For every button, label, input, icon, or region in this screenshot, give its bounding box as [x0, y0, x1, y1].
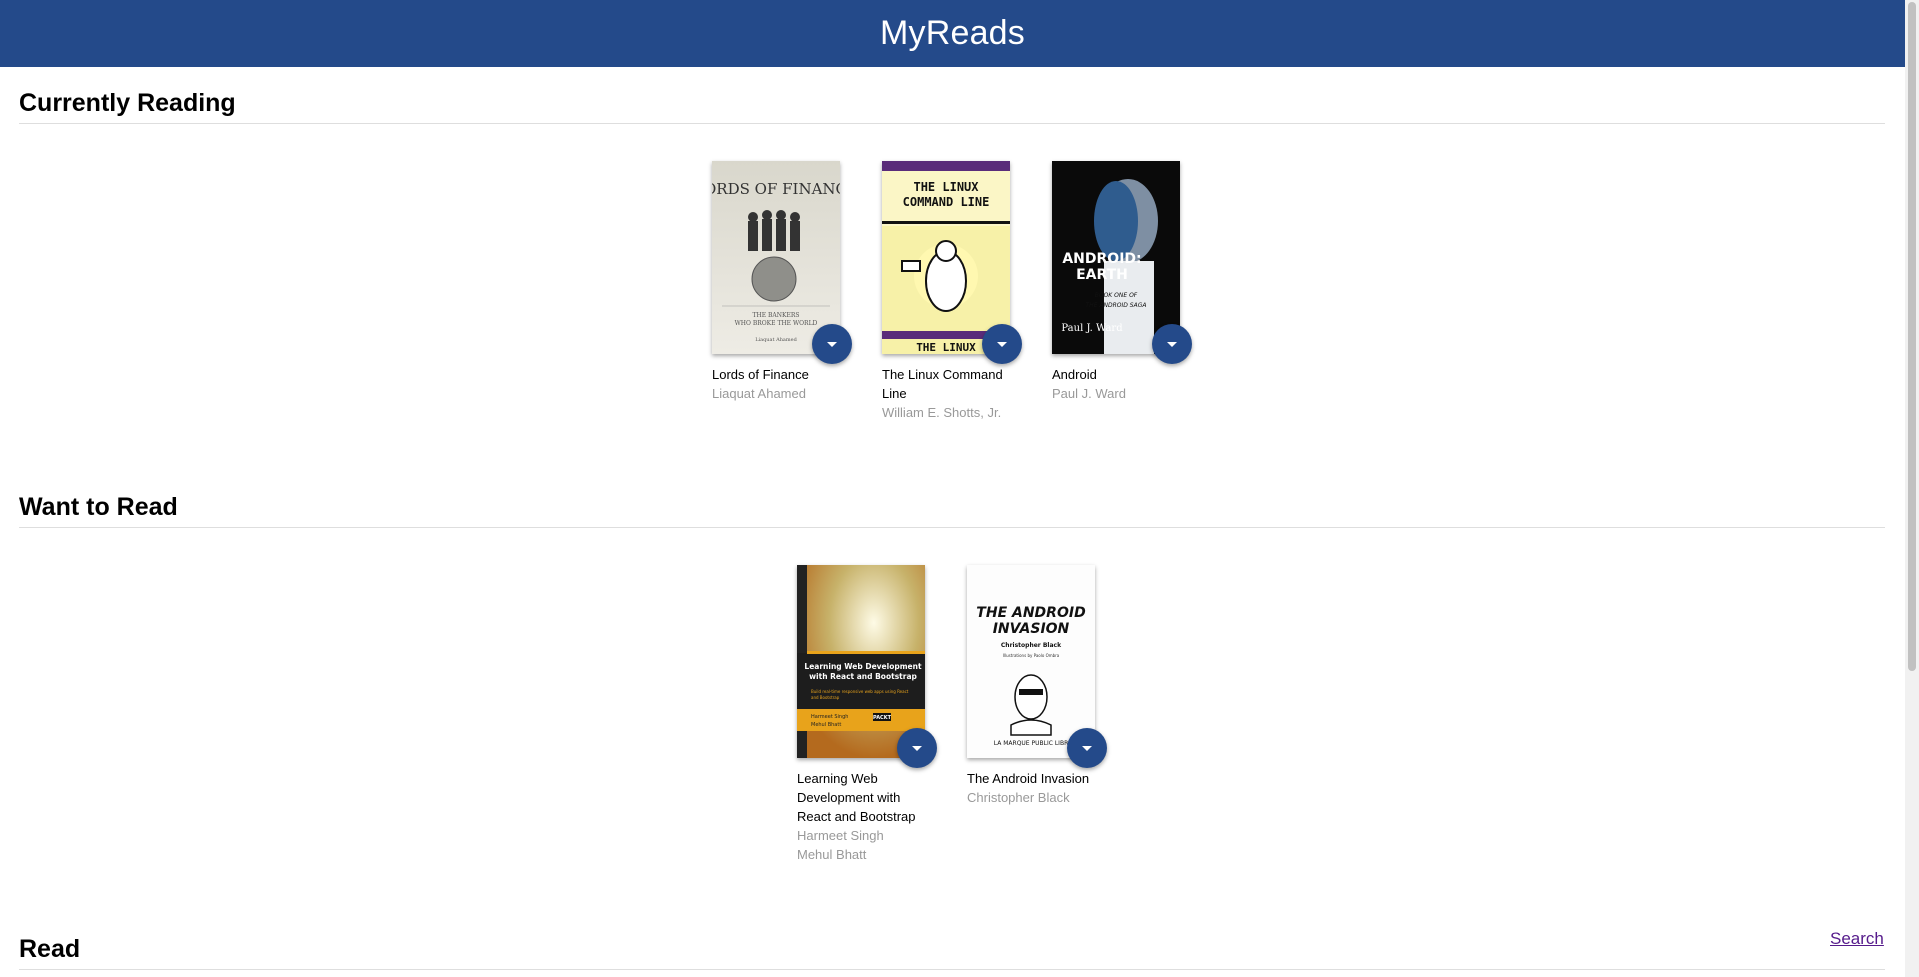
svg-text:THE LINUX: THE LINUX	[913, 180, 979, 194]
svg-text:Mehul Bhatt: Mehul Bhatt	[811, 722, 841, 728]
shelf-changer-button[interactable]	[1152, 324, 1192, 364]
svg-text:COMMAND LINE: COMMAND LINE	[903, 195, 990, 209]
svg-text:EARTH: EARTH	[1076, 267, 1128, 283]
book-cover[interactable]: THE ANDROID INVASION Christopher Black I…	[967, 565, 1107, 768]
shelf-changer-button[interactable]	[897, 728, 937, 768]
cover-image-lords-of-finance: LORDS OF FINANCE THE BANKERS WHO BROKE T…	[712, 161, 840, 354]
svg-text:and Bootstrap: and Bootstrap	[811, 695, 840, 700]
svg-text:Paul J. Ward: Paul J. Ward	[1061, 323, 1123, 334]
book-author: Christopher Black	[967, 790, 1070, 805]
cover-image-android: ANDROID: EARTH BOOK ONE OF THE ANDROID S…	[1052, 161, 1180, 354]
svg-text:ANDROID:: ANDROID:	[1062, 251, 1141, 267]
svg-text:LORDS OF FINANCE: LORDS OF FINANCE	[712, 180, 840, 198]
book-card: Learning Web Development with React and …	[797, 565, 937, 864]
shelf-title: Currently Reading	[19, 87, 1885, 124]
book-title: Learning Web Development with React and …	[797, 771, 916, 824]
book-title: The Android Invasion	[967, 771, 1090, 786]
book-title: Android	[1052, 367, 1097, 382]
shelf-title: Read	[19, 933, 1885, 970]
books-grid-want-to-read: Learning Web Development with React and …	[797, 565, 1107, 864]
scrollbar-thumb[interactable]	[1908, 2, 1916, 671]
vertical-scrollbar[interactable]	[1905, 0, 1919, 977]
svg-text:Build real-time responsive web: Build real-time responsive web apps usin…	[811, 689, 909, 694]
app-header: MyReads	[0, 0, 1905, 67]
svg-text:Harmeet Singh: Harmeet Singh	[811, 714, 848, 720]
book-author: Mehul Bhatt	[797, 847, 867, 862]
book-cover[interactable]: Learning Web Development with React and …	[797, 565, 937, 768]
shelf-currently-reading: Currently Reading	[19, 87, 1885, 124]
caret-down-icon	[912, 745, 922, 751]
search-link[interactable]: Search	[1830, 929, 1884, 949]
cover-image-linux-command-line: THE LINUX COMMAND LINE THE LINUX	[882, 161, 1010, 354]
shelf-title: Want to Read	[19, 491, 1885, 528]
svg-text:with React and Bootstrap: with React and Bootstrap	[809, 672, 917, 681]
caret-down-icon	[1082, 745, 1092, 751]
book-title: The Linux Command Line	[882, 367, 1003, 401]
caret-down-icon	[997, 341, 1007, 347]
svg-text:INVASION: INVASION	[993, 621, 1070, 637]
svg-text:THE ANDROID: THE ANDROID	[976, 605, 1085, 621]
svg-text:THE LINUX: THE LINUX	[916, 341, 976, 354]
book-author: Harmeet Singh	[797, 828, 884, 843]
app-viewport: MyReads Currently Reading LORDS OF FINAN…	[0, 0, 1919, 977]
book-card: THE LINUX COMMAND LINE THE LINUX The Lin…	[882, 161, 1022, 422]
shelf-changer-button[interactable]	[812, 324, 852, 364]
book-cover[interactable]: LORDS OF FINANCE THE BANKERS WHO BROKE T…	[712, 161, 852, 364]
svg-text:BOOK ONE OF: BOOK ONE OF	[1095, 292, 1138, 299]
cover-image-android-invasion: THE ANDROID INVASION Christopher Black I…	[967, 565, 1095, 758]
svg-text:Illustrations by Paolo Ombra: Illustrations by Paolo Ombra	[1003, 653, 1060, 658]
book-card: THE ANDROID INVASION Christopher Black I…	[967, 565, 1107, 864]
books-grid-currently-reading: LORDS OF FINANCE THE BANKERS WHO BROKE T…	[712, 161, 1192, 422]
book-card: LORDS OF FINANCE THE BANKERS WHO BROKE T…	[712, 161, 852, 422]
book-author: Liaquat Ahamed	[712, 386, 806, 401]
shelf-read: Read	[19, 933, 1885, 970]
shelf-changer-button[interactable]	[1067, 728, 1107, 768]
svg-text:Learning Web Development: Learning Web Development	[804, 662, 922, 671]
svg-text:PACKT: PACKT	[873, 715, 892, 721]
svg-text:Christopher Black: Christopher Black	[1001, 642, 1062, 649]
book-cover[interactable]: ANDROID: EARTH BOOK ONE OF THE ANDROID S…	[1052, 161, 1192, 364]
app-title: MyReads	[879, 14, 1025, 52]
book-cover[interactable]: THE LINUX COMMAND LINE THE LINUX	[882, 161, 1022, 364]
svg-text:WHO BROKE THE WORLD: WHO BROKE THE WORLD	[735, 320, 818, 327]
cover-image-learning-web-dev: Learning Web Development with React and …	[797, 565, 925, 758]
svg-text:THE BANKERS: THE BANKERS	[752, 312, 799, 319]
shelf-want-to-read: Want to Read	[19, 491, 1885, 528]
svg-text:Liaquat Ahamed: Liaquat Ahamed	[755, 337, 797, 343]
book-author: William E. Shotts, Jr.	[882, 405, 1002, 420]
caret-down-icon	[1167, 341, 1177, 347]
book-author: Paul J. Ward	[1052, 386, 1126, 401]
caret-down-icon	[827, 341, 837, 347]
svg-text:THE ANDROID SAGA: THE ANDROID SAGA	[1086, 302, 1147, 309]
book-title: Lords of Finance	[712, 367, 809, 382]
shelf-changer-button[interactable]	[982, 324, 1022, 364]
svg-text:LA MARQUE PUBLIC LIBR: LA MARQUE PUBLIC LIBR	[994, 740, 1069, 747]
book-card: ANDROID: EARTH BOOK ONE OF THE ANDROID S…	[1052, 161, 1192, 422]
